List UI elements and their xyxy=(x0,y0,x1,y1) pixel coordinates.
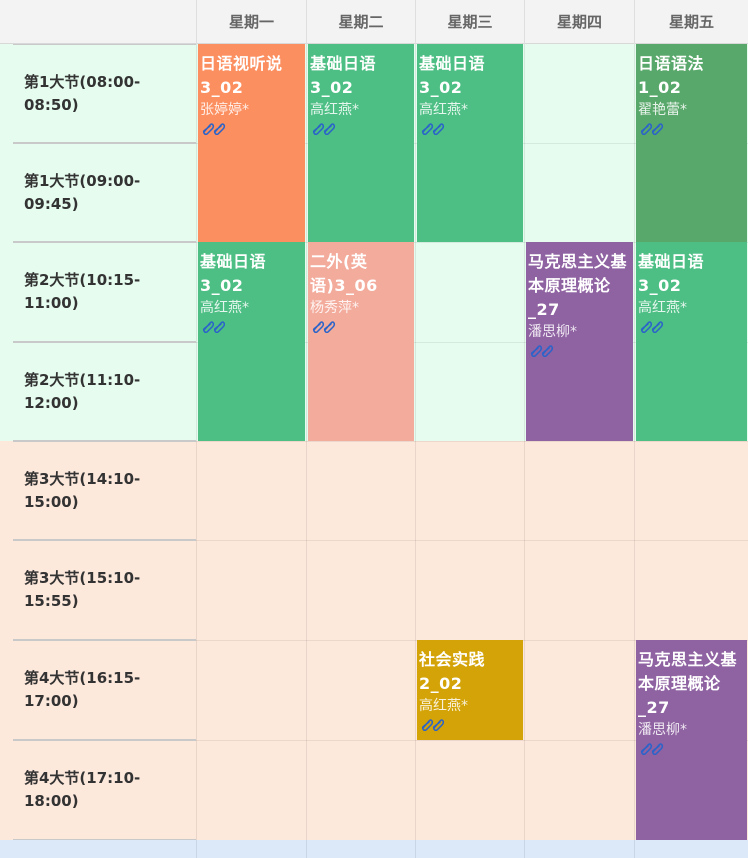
row-divider xyxy=(196,540,748,541)
course-teacher: 高红燕* xyxy=(419,698,468,714)
course-teacher: 翟艳蕾* xyxy=(638,102,687,118)
slot-label: 第1大节(09:00-09:45) xyxy=(24,172,141,213)
course-teacher: 高红燕* xyxy=(310,102,359,118)
course-title: 基础日语3_02 xyxy=(200,252,267,295)
course-block[interactable]: 日语语法1_02 翟艳蕾* xyxy=(636,44,747,242)
course-block[interactable]: 二外(英语)3_06 杨秀萍* xyxy=(308,242,414,441)
paperclip-icon[interactable] xyxy=(310,121,338,135)
bottom-bar xyxy=(0,840,748,858)
course-title: 马克思主义基本原理概论_27 xyxy=(638,650,738,717)
course-title: 马克思主义基本原理概论_27 xyxy=(528,252,628,319)
slot-label: 第2大节(10:15-11:00) xyxy=(24,271,141,312)
timetable: 星期一 星期二 星期三 星期四 星期五 第1大节(08:00-08:50) 第1大节(09… xyxy=(0,0,748,858)
course-teacher: 杨秀萍* xyxy=(310,300,359,316)
row-divider xyxy=(196,441,748,442)
paperclip-icon[interactable] xyxy=(638,319,666,333)
course-teacher: 潘思柳* xyxy=(528,324,577,340)
paperclip-icon[interactable] xyxy=(200,121,228,135)
course-teacher: 张婷婷* xyxy=(200,102,249,118)
course-title: 日语视听说3_02 xyxy=(200,54,283,97)
course-title: 日语语法1_02 xyxy=(638,54,705,97)
course-title: 基础日语3_02 xyxy=(638,252,705,295)
course-block[interactable]: 马克思主义基本原理概论_27 潘思柳* xyxy=(636,640,747,840)
paperclip-icon[interactable] xyxy=(419,121,447,135)
slot-label: 第3大节(14:10-15:00) xyxy=(24,470,141,511)
day-header-1: 星期一 xyxy=(196,0,306,44)
day-header-2: 星期二 xyxy=(306,0,415,44)
course-block[interactable]: 日语视听说3_02 张婷婷* xyxy=(198,44,305,242)
course-title: 基础日语3_02 xyxy=(310,54,377,97)
day-header-3: 星期三 xyxy=(415,0,524,44)
paperclip-icon[interactable] xyxy=(528,343,556,357)
paperclip-icon[interactable] xyxy=(200,319,228,333)
course-block[interactable]: 社会实践2_02 高红燕* xyxy=(417,640,523,740)
column-divider xyxy=(306,44,307,858)
course-title: 基础日语3_02 xyxy=(419,54,486,97)
day-header-4: 星期四 xyxy=(524,0,634,44)
slot-label: 第1大节(08:00-08:50) xyxy=(24,73,141,114)
course-teacher: 潘思柳* xyxy=(638,722,687,738)
course-teacher: 高红燕* xyxy=(200,300,249,316)
slot-label: 第2大节(11:10-12:00) xyxy=(24,371,141,412)
weekday-header: 星期一 星期二 星期三 星期四 星期五 xyxy=(0,0,748,44)
column-divider xyxy=(634,44,635,858)
course-title: 二外(英语)3_06 xyxy=(310,252,378,295)
paperclip-icon[interactable] xyxy=(638,741,666,755)
course-teacher: 高红燕* xyxy=(638,300,687,316)
course-block[interactable]: 基础日语3_02 高红燕* xyxy=(198,242,305,441)
course-teacher: 高红燕* xyxy=(419,102,468,118)
slot-label: 第4大节(16:15-17:00) xyxy=(24,669,141,710)
slot-label: 第4大节(17:10-18:00) xyxy=(24,769,141,810)
slot-label: 第3大节(15:10-15:55) xyxy=(24,569,141,610)
column-divider xyxy=(196,44,197,858)
paperclip-icon[interactable] xyxy=(419,717,447,731)
paperclip-icon[interactable] xyxy=(310,319,338,333)
course-block[interactable]: 基础日语3_02 高红燕* xyxy=(417,44,523,242)
course-title: 社会实践2_02 xyxy=(419,650,486,693)
paperclip-icon[interactable] xyxy=(638,121,666,135)
course-block[interactable]: 基础日语3_02 高红燕* xyxy=(636,242,747,441)
course-block[interactable]: 基础日语3_02 高红燕* xyxy=(308,44,414,242)
day-header-5: 星期五 xyxy=(634,0,748,44)
column-divider xyxy=(415,44,416,858)
course-block[interactable]: 马克思主义基本原理概论_27 潘思柳* xyxy=(526,242,633,441)
column-divider xyxy=(524,44,525,858)
